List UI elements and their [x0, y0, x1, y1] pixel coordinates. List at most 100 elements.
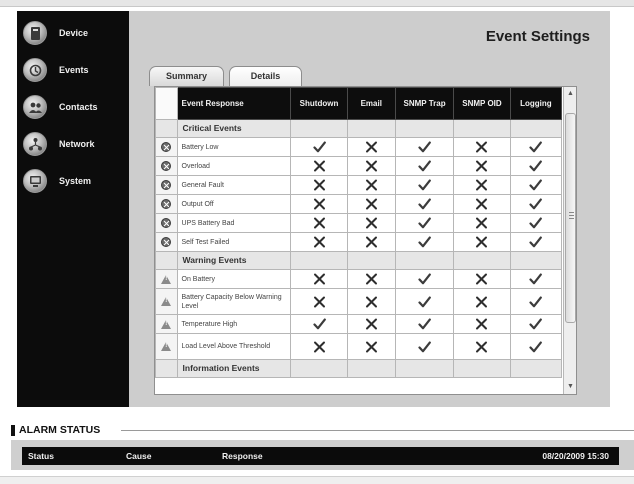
section-empty-cell — [290, 119, 348, 138]
x-icon[interactable] — [453, 288, 511, 315]
x-icon[interactable] — [346, 194, 396, 214]
scroll-thumb[interactable] — [565, 113, 576, 323]
sidebar: Device Events Contacts Network System — [17, 11, 129, 407]
x-icon[interactable] — [290, 269, 348, 289]
check-icon[interactable] — [394, 137, 455, 157]
check-icon[interactable] — [394, 156, 455, 176]
section-empty-cell — [394, 359, 455, 378]
check-icon[interactable] — [290, 137, 348, 157]
check-icon[interactable] — [509, 194, 563, 214]
x-icon[interactable] — [290, 288, 348, 315]
check-icon[interactable] — [394, 232, 455, 252]
event-name: Battery Low — [176, 137, 292, 157]
x-icon[interactable] — [453, 213, 511, 233]
event-name: Overload — [176, 156, 292, 176]
section-empty-cell — [290, 359, 348, 378]
x-icon[interactable] — [453, 314, 511, 334]
x-icon[interactable] — [453, 137, 511, 157]
event-name: General Fault — [176, 175, 292, 195]
severity-cell — [155, 269, 178, 289]
warning-icon — [161, 342, 172, 351]
x-icon[interactable] — [346, 288, 396, 315]
section-row: Warning Events — [155, 251, 563, 270]
event-name: UPS Battery Bad — [176, 213, 292, 233]
x-icon[interactable] — [290, 194, 348, 214]
sidebar-item-system[interactable]: System — [17, 167, 129, 197]
check-icon[interactable] — [509, 288, 563, 315]
section-empty-cell — [509, 251, 563, 270]
x-icon[interactable] — [346, 156, 396, 176]
x-icon[interactable] — [346, 232, 396, 252]
check-icon[interactable] — [509, 314, 563, 334]
divider — [121, 430, 634, 431]
x-icon[interactable] — [290, 175, 348, 195]
alarm-marker — [11, 425, 15, 436]
x-icon[interactable] — [346, 175, 396, 195]
scroll-up-arrow-icon[interactable]: ▲ — [564, 87, 576, 101]
table-scrollbar[interactable]: ▲ ▼ — [563, 87, 576, 394]
check-icon[interactable] — [394, 288, 455, 315]
x-icon[interactable] — [453, 333, 511, 360]
scroll-down-arrow-icon[interactable]: ▼ — [564, 380, 576, 394]
sidebar-item-network[interactable]: Network — [17, 130, 129, 160]
x-icon[interactable] — [346, 314, 396, 334]
check-icon[interactable] — [509, 213, 563, 233]
event-name: Self Test Failed — [176, 232, 292, 252]
x-icon[interactable] — [290, 333, 348, 360]
section-icon-cell — [155, 119, 178, 138]
section-empty-cell — [346, 251, 396, 270]
severity-cell — [155, 194, 178, 214]
x-icon[interactable] — [453, 232, 511, 252]
critical-icon — [161, 218, 172, 228]
check-icon[interactable] — [509, 269, 563, 289]
severity-cell — [155, 333, 178, 360]
check-icon[interactable] — [509, 333, 563, 360]
x-icon[interactable] — [290, 232, 348, 252]
section-empty-cell — [394, 251, 455, 270]
x-icon[interactable] — [346, 269, 396, 289]
sidebar-item-label: Events — [59, 65, 89, 75]
check-icon[interactable] — [509, 137, 563, 157]
page-title: Event Settings — [485, 28, 590, 45]
critical-icon — [161, 142, 172, 152]
x-icon[interactable] — [453, 269, 511, 289]
x-icon[interactable] — [453, 156, 511, 176]
event-name: Output Off — [176, 194, 292, 214]
sidebar-item-device[interactable]: Device — [17, 19, 129, 49]
check-icon[interactable] — [290, 314, 348, 334]
check-icon[interactable] — [509, 156, 563, 176]
severity-cell — [155, 175, 178, 195]
x-icon[interactable] — [453, 194, 511, 214]
x-icon[interactable] — [290, 213, 348, 233]
check-icon[interactable] — [509, 232, 563, 252]
top-border — [0, 0, 634, 7]
alarm-response-label: Response — [222, 451, 263, 461]
tab-summary[interactable]: Summary — [149, 66, 224, 86]
section-empty-cell — [346, 359, 396, 378]
sidebar-item-events[interactable]: Events — [17, 56, 129, 86]
alarm-status-panel: Status Cause Response 08/20/2009 15:30 — [11, 440, 634, 470]
event-name: Load Level Above Threshold — [176, 333, 292, 360]
x-icon[interactable] — [346, 333, 396, 360]
x-icon[interactable] — [346, 213, 396, 233]
table-row: Output Off — [155, 194, 563, 214]
check-icon[interactable] — [394, 314, 455, 334]
tab-details[interactable]: Details — [229, 66, 302, 86]
critical-icon — [161, 237, 172, 247]
x-icon[interactable] — [453, 175, 511, 195]
check-icon[interactable] — [394, 175, 455, 195]
check-icon[interactable] — [394, 213, 455, 233]
event-table-container: Event Response Shutdown Email SNMP Trap … — [154, 86, 577, 395]
x-icon[interactable] — [346, 137, 396, 157]
critical-icon — [161, 199, 172, 209]
check-icon[interactable] — [394, 269, 455, 289]
check-icon[interactable] — [509, 175, 563, 195]
column-header: Shutdown — [290, 87, 348, 120]
sidebar-item-contacts[interactable]: Contacts — [17, 93, 129, 123]
table-row: On Battery — [155, 269, 563, 289]
sidebar-item-label: Contacts — [59, 102, 98, 112]
table-row: Battery Capacity Below Warning Level — [155, 288, 563, 315]
check-icon[interactable] — [394, 333, 455, 360]
x-icon[interactable] — [290, 156, 348, 176]
check-icon[interactable] — [394, 194, 455, 214]
